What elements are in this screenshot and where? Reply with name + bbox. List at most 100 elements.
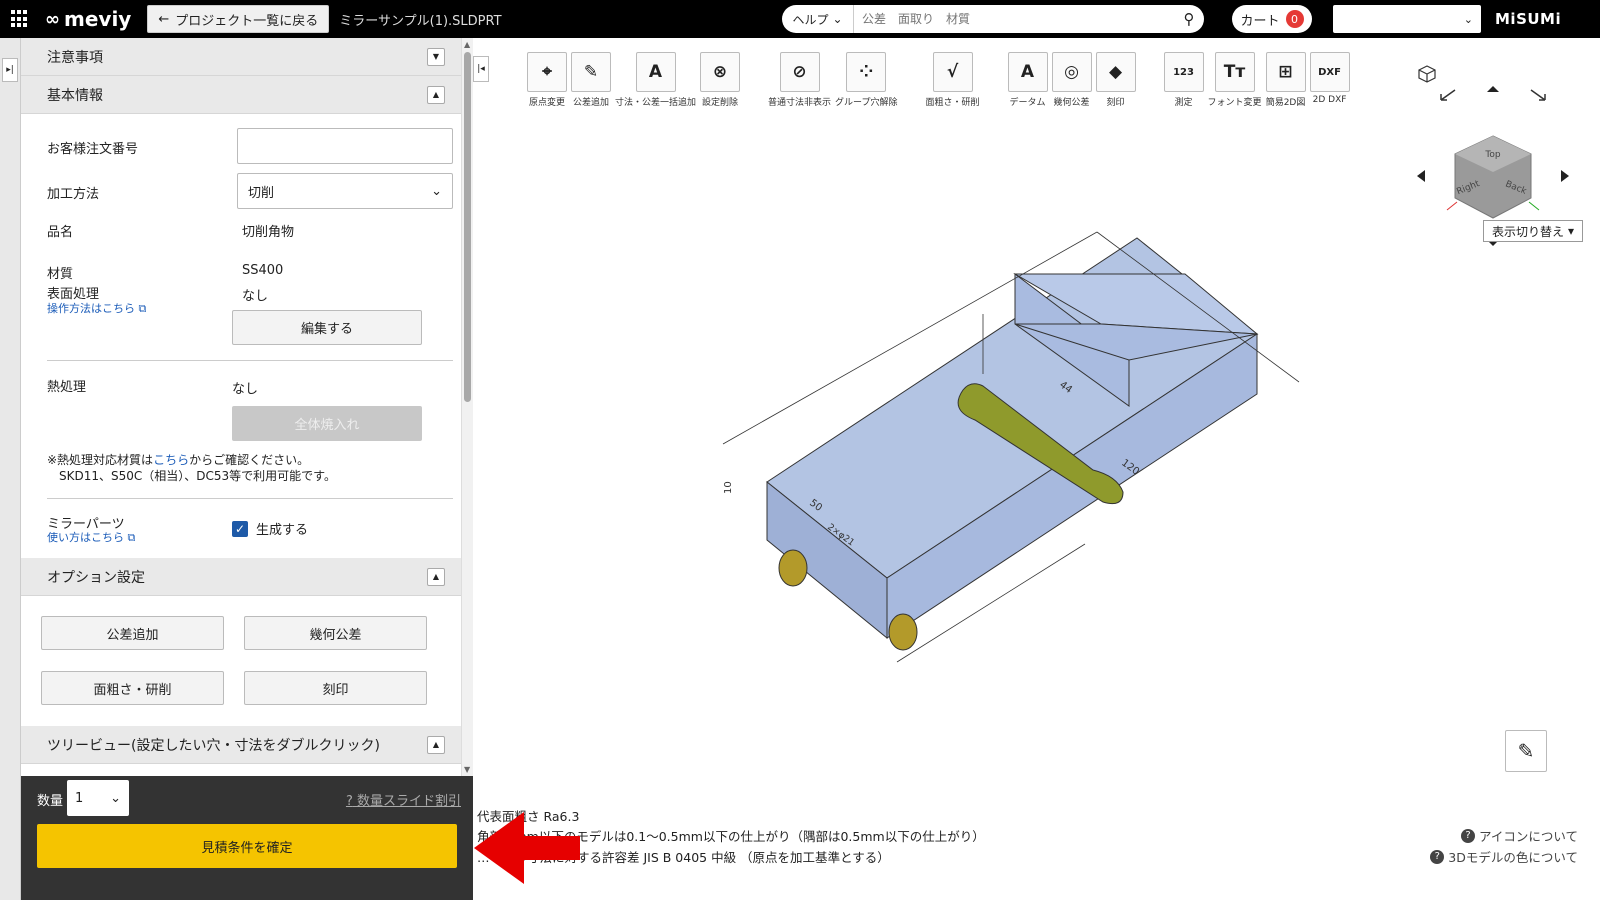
geometric-tolerance-icon[interactable]: ◎: [1051, 52, 1092, 92]
measure-icon[interactable]: 123: [1163, 52, 1204, 92]
edit-button[interactable]: 編集する: [232, 310, 422, 345]
confirm-quote-button[interactable]: 見積条件を確定: [37, 824, 457, 868]
product-value: 切削角物: [242, 225, 295, 240]
mirror-generate-checkbox[interactable]: ✓ 生成する: [232, 519, 308, 538]
roughness-button[interactable]: 面粗さ・研削: [41, 671, 224, 705]
process-value: 切削: [248, 185, 275, 201]
view-right-arrow-icon[interactable]: [1561, 170, 1569, 182]
group-hole-icon[interactable]: ⁘: [846, 52, 887, 92]
rotate-left-icon[interactable]: [1440, 89, 1456, 101]
meviy-logo[interactable]: ∞ meviy: [45, 7, 131, 31]
hole-front-1[interactable]: [778, 549, 808, 587]
add-tolerance-button[interactable]: 公差追加: [41, 616, 224, 650]
tool-geometric-tolerance[interactable]: ◎ 幾何公差: [1051, 52, 1092, 108]
search-bar: ヘルプ ⌄ ⚲: [782, 5, 1204, 33]
account-select[interactable]: ⌄: [1333, 5, 1481, 33]
tree-view-section-header[interactable]: ツリービュー(設定したい穴・寸法をダブルクリック) ▲: [21, 726, 461, 764]
2d-view-icon[interactable]: ⊞: [1265, 52, 1306, 92]
full-quench-button[interactable]: 全体焼入れ: [232, 406, 422, 441]
tool-group-hole[interactable]: ⁘ グループ穴解除: [835, 52, 898, 108]
tool-tolerance[interactable]: ✎ 公差追加: [571, 52, 611, 108]
engrave-icon[interactable]: ◆: [1095, 52, 1136, 92]
tool-measure[interactable]: 123 測定: [1163, 52, 1204, 108]
datum-icon[interactable]: A: [1007, 52, 1048, 92]
search-category-select[interactable]: ヘルプ ⌄: [782, 5, 854, 33]
home-view-icon[interactable]: [1418, 65, 1436, 83]
tool-font[interactable]: Tт フォント変更: [1208, 52, 1262, 108]
memo-edit-icon[interactable]: ✎: [1505, 730, 1547, 772]
tool-datum[interactable]: A データム: [1007, 52, 1048, 108]
option-title: オプション設定: [47, 569, 145, 586]
origin-icon[interactable]: ⌖: [527, 52, 567, 92]
order-number-field[interactable]: [237, 128, 453, 164]
search-input[interactable]: [854, 5, 1174, 33]
apps-grid-icon[interactable]: [11, 10, 29, 28]
process-select[interactable]: 切削 ⌄: [237, 173, 453, 209]
view-up-arrow-icon[interactable]: [1487, 86, 1499, 92]
scroll-down-icon[interactable]: ▼: [464, 765, 470, 774]
divider: [47, 498, 453, 499]
scroll-up-icon[interactable]: ▲: [464, 40, 470, 49]
tool-origin[interactable]: ⌖ 原点変更: [527, 52, 567, 108]
tool-engrave[interactable]: ◆ 刻印: [1095, 52, 1136, 108]
search-icon[interactable]: ⚲: [1174, 10, 1204, 28]
expand-icon[interactable]: ▼: [427, 47, 445, 66]
tool-2d-view[interactable]: ⊞ 簡易2D図: [1265, 52, 1306, 108]
engrave-button[interactable]: 刻印: [244, 671, 427, 705]
back-to-projects-button[interactable]: ← プロジェクト一覧に戻る: [147, 5, 330, 33]
rotate-right-icon[interactable]: [1530, 89, 1546, 101]
collapse-icon[interactable]: ▲: [427, 735, 445, 754]
mirror-howto-link[interactable]: 使い方はこちら ⧉: [47, 529, 135, 545]
cart-count-badge: 0: [1285, 10, 1304, 28]
tool-roughness[interactable]: √ 面粗さ・研削: [926, 52, 980, 108]
panel-scrollbar[interactable]: ▲ ▼: [461, 38, 473, 776]
collapse-panel-icon[interactable]: ▸|: [2, 58, 18, 82]
quantity-select[interactable]: 1 ⌄: [67, 780, 129, 816]
help-icon: ?: [1430, 849, 1445, 864]
bulk-dimension-icon[interactable]: A: [635, 52, 676, 92]
view-left-arrow-icon[interactable]: [1417, 170, 1425, 182]
tool-label: 寸法・公差一括追加: [615, 98, 697, 108]
discount-link-text: 数量スライド割引: [356, 794, 461, 809]
tool-hide-dimension[interactable]: ⊘ 普通寸法非表示: [768, 52, 831, 108]
icon-help-link[interactable]: ? アイコンについて: [1460, 826, 1578, 845]
chevron-down-icon: ⌄: [832, 12, 843, 26]
notice-section-header[interactable]: 注意事項 ▼: [21, 38, 461, 76]
option-section-header[interactable]: オプション設定 ▲: [21, 558, 461, 596]
dxf-icon[interactable]: DXF: [1309, 52, 1350, 92]
file-name: ミラーサンプル(1).SLDPRT: [339, 13, 502, 29]
basic-info-title: 基本情報: [47, 87, 103, 104]
heat-treatment-label: 熱処理: [47, 380, 87, 395]
tool-dxf[interactable]: DXF 2D DXF: [1309, 52, 1350, 108]
basic-info-section-header[interactable]: 基本情報 ▲: [21, 76, 461, 114]
collapse-icon[interactable]: ▲: [427, 85, 445, 104]
scroll-thumb[interactable]: [464, 52, 471, 402]
model-color-help-link[interactable]: ? 3Dモデルの色について: [1430, 847, 1578, 866]
collapse-left-icon[interactable]: |◂: [473, 56, 489, 82]
hole-front-2[interactable]: [888, 613, 918, 651]
arrow-left-icon: ←: [158, 11, 170, 27]
font-icon[interactable]: Tт: [1214, 52, 1255, 92]
tool-bulk-dimension[interactable]: A 寸法・公差一括追加: [615, 52, 696, 108]
view-mode-select[interactable]: 表示切り替え ▾: [1483, 220, 1583, 242]
collapse-icon[interactable]: ▲: [427, 567, 445, 586]
3d-model-view[interactable]: 44 120 10 50 2×φ21: [713, 214, 1313, 674]
quantity-discount-link[interactable]: ? 数量スライド割引: [346, 790, 461, 809]
hide-dimension-icon[interactable]: ⊘: [779, 52, 820, 92]
tool-label: 面粗さ・研削: [925, 98, 980, 108]
cart-button[interactable]: カート 0: [1232, 5, 1312, 33]
external-link-icon: ⧉: [127, 531, 136, 544]
geometric-tolerance-button[interactable]: 幾何公差: [244, 616, 427, 650]
material-value: SS400: [242, 263, 284, 278]
tool-delete-setting[interactable]: ⊗ 設定削除: [700, 52, 741, 108]
note-text: SKD11、S50C（相当）、DC53等で利用可能です。: [59, 469, 336, 483]
roughness-icon[interactable]: √: [932, 52, 973, 92]
howto-link[interactable]: 操作方法はこちら ⧉: [47, 300, 146, 316]
tolerance-icon[interactable]: ✎: [571, 52, 611, 92]
tool-label: データム: [1009, 98, 1046, 108]
tool-label: グループ穴解除: [835, 98, 898, 108]
heat-material-link[interactable]: こちら: [153, 453, 189, 467]
3d-viewer[interactable]: |◂ ⌖ 原点変更 ✎ 公差追加 A 寸法・公差一括追加 ⊗ 設定削除 ⊘ 普通寸法非表示 ⁘ グルー…: [473, 38, 1600, 900]
mirror-checkbox-label: 生成する: [256, 523, 309, 538]
delete-setting-icon[interactable]: ⊗: [700, 52, 741, 92]
